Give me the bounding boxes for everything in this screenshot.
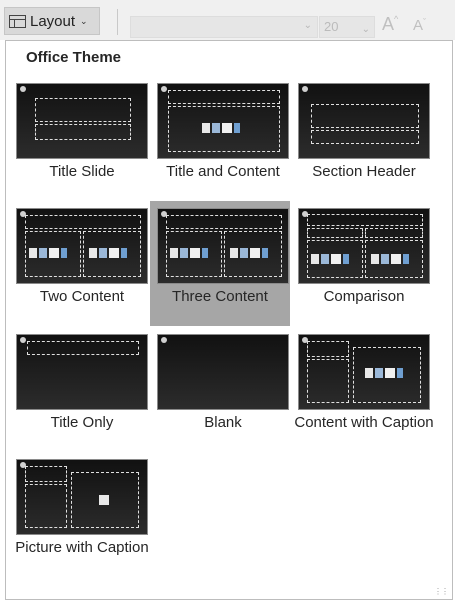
placeholder-box <box>168 90 280 104</box>
layout-item-section-header[interactable]: Section Header <box>294 79 434 204</box>
layout-item-label: Comparison <box>323 288 405 305</box>
content-icons <box>230 245 272 261</box>
ribbon-bar: Layout ⌄ ⌄ 20 ⌄ A^ Aˇ <box>0 0 455 40</box>
layout-item-label: Title Slide <box>49 163 115 180</box>
placeholder-box <box>35 124 131 140</box>
layout-item-label: Title Only <box>50 414 114 431</box>
layout-item-label: Two Content <box>39 288 125 305</box>
placeholder-box <box>307 359 349 403</box>
layout-thumbnail <box>298 334 430 410</box>
layout-thumbnail <box>157 334 289 410</box>
content-icons <box>365 365 407 381</box>
layout-icon <box>9 14 26 28</box>
chevron-down-icon: ⌄ <box>80 15 88 26</box>
layout-thumbnail <box>16 83 148 159</box>
placeholder-box <box>166 215 282 229</box>
placeholder-box <box>311 104 419 128</box>
layout-item-title-and-content[interactable]: Title and Content <box>153 79 293 204</box>
layout-thumbnail <box>16 208 148 284</box>
layout-button[interactable]: Layout ⌄ <box>4 7 100 35</box>
slide-marker-icon <box>161 86 167 92</box>
layout-item-blank[interactable]: Blank <box>153 330 293 455</box>
placeholder-box <box>25 215 141 229</box>
layout-gallery-popup: Office Theme Title Slide Title and Conte… <box>5 40 453 600</box>
increase-font-size-icon: A <box>382 14 395 34</box>
layout-thumbnail <box>16 334 148 410</box>
placeholder-box <box>307 228 363 238</box>
layout-button-label: Layout <box>30 12 76 30</box>
placeholder-box <box>307 214 423 226</box>
layout-item-title-only[interactable]: Title Only <box>12 330 152 455</box>
resize-grip-icon[interactable]: ⋮⋮ <box>434 587 449 596</box>
layout-thumbnail <box>298 83 430 159</box>
layout-item-label: Title and Content <box>166 163 280 180</box>
decrease-font-size-icon: A <box>413 17 424 34</box>
layout-item-content-with-caption[interactable]: Content with Caption <box>294 330 434 455</box>
slide-marker-icon <box>302 86 308 92</box>
slide-marker-icon <box>20 337 26 343</box>
layout-item-three-content[interactable]: Three Content <box>150 201 290 326</box>
layout-thumbnail <box>298 208 430 284</box>
layout-item-two-content[interactable]: Two Content <box>12 204 152 329</box>
placeholder-box <box>25 484 67 528</box>
content-icons <box>89 245 131 261</box>
gallery-group-title: Office Theme <box>26 49 122 66</box>
layout-thumbnail <box>16 459 148 535</box>
layout-item-picture-with-caption[interactable]: Picture with Caption <box>12 455 152 580</box>
decrease-font-size-button[interactable]: Aˇ <box>413 17 426 34</box>
font-size-box[interactable]: 20 ⌄ <box>319 16 375 38</box>
picture-icon <box>99 492 111 508</box>
layout-item-title-slide[interactable]: Title Slide <box>12 79 152 204</box>
content-icons <box>371 251 413 267</box>
ribbon-separator <box>117 9 118 35</box>
layout-item-label: Blank <box>204 414 242 431</box>
layout-item-comparison[interactable]: Comparison <box>294 204 434 329</box>
content-icons <box>202 120 244 136</box>
content-icons <box>170 245 212 261</box>
placeholder-box <box>35 98 131 122</box>
layout-item-label: Content with Caption <box>294 414 434 431</box>
chevron-down-icon[interactable]: ⌄ <box>362 20 370 40</box>
slide-marker-icon <box>20 86 26 92</box>
placeholder-box <box>311 130 419 144</box>
font-size-value: 20 <box>324 19 339 34</box>
layout-item-label: Section Header <box>312 163 416 180</box>
chevron-down-icon[interactable]: ⌄ <box>304 20 312 31</box>
placeholder-box <box>27 341 139 355</box>
increase-font-size-button[interactable]: A^ <box>382 14 398 35</box>
placeholder-box <box>365 228 423 238</box>
slide-marker-icon <box>161 337 167 343</box>
placeholder-box <box>307 341 349 357</box>
font-name-box[interactable]: ⌄ <box>130 16 318 38</box>
placeholder-box <box>25 466 67 482</box>
layout-thumbnail <box>157 208 289 284</box>
layout-item-label: Picture with Caption <box>15 539 149 556</box>
layout-thumbnail <box>157 83 289 159</box>
layout-item-label: Three Content <box>172 288 268 305</box>
content-icons <box>29 245 71 261</box>
content-icons <box>311 251 353 267</box>
